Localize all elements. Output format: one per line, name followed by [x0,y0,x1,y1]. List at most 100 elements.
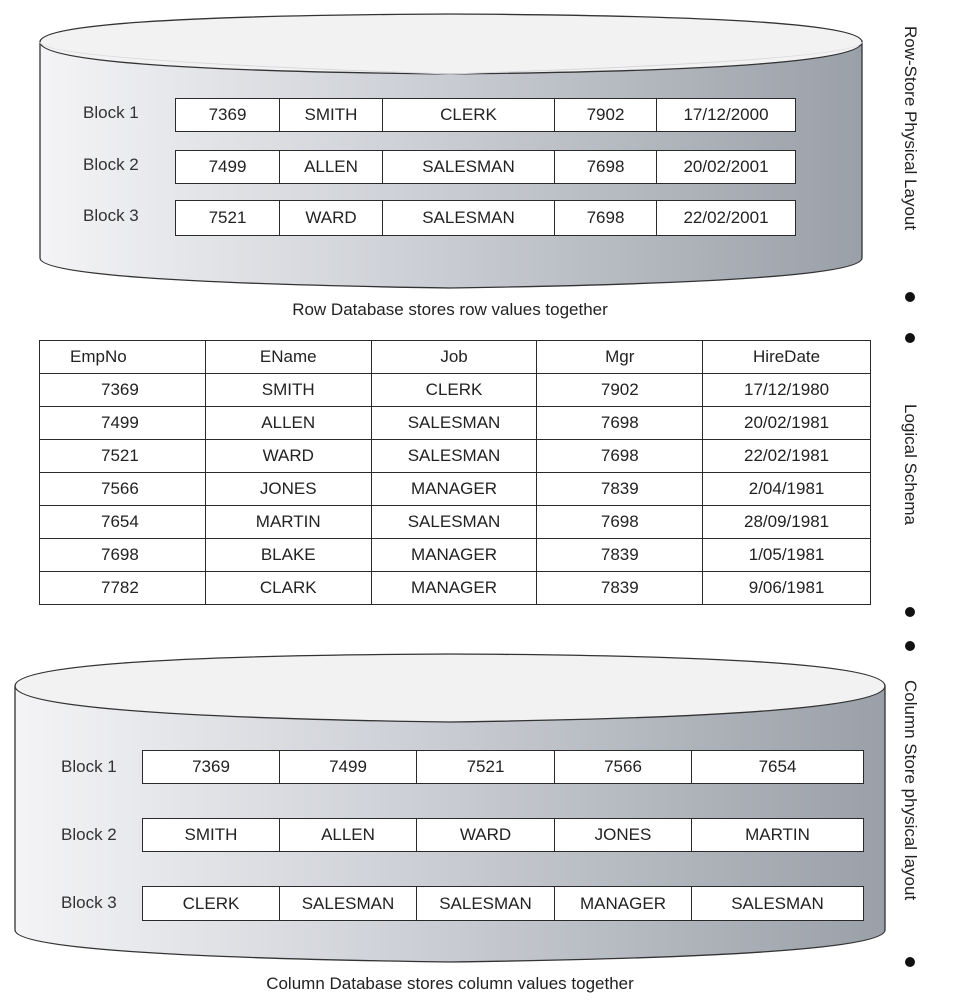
table-cell: 7839 [536,571,704,605]
table-cell: CLERK [370,373,538,407]
table-cell: WARD [204,439,372,473]
block-cell: 7369 [143,751,280,783]
column-block-2: SMITH ALLEN WARD JONES MARTIN [142,818,864,852]
block-cell: 7654 [758,757,797,776]
row-block-1: 7369 SMITH CLERK 7902 17/12/2000 [175,98,796,132]
table-row: 7499 ALLEN SALESMAN 7698 20/02/1981 [39,406,871,440]
block-cell: SMITH [143,819,280,851]
table-row: 7566 JONES MANAGER 7839 2/04/1981 [39,472,871,506]
table-cell: MANAGER [370,472,538,506]
logical-schema-side-label: Logical Schema [901,404,920,525]
table-cell: 2/04/1981 [702,472,871,506]
table-cell: 1/05/1981 [702,538,871,572]
block-cell: 7521 [176,201,280,235]
block-cell: MANAGER [555,887,692,920]
column-store-side-label: Column Store physical layout [901,680,920,901]
table-row: 7521 WARD SALESMAN 7698 22/02/1981 [39,439,871,473]
table-cell: JONES [204,472,372,506]
column-block-label: Block 1 [61,757,117,776]
row-store-caption: Row Database stores row values together [292,300,608,319]
column-header: EName [204,340,372,374]
block-cell: 17/12/2000 [683,105,769,124]
block-cell: WARD [280,201,383,235]
row-block-label: Block 2 [83,155,139,174]
table-cell: SMITH [204,373,372,407]
block-cell: 7698 [555,151,657,183]
block-cell: SALESMAN [383,151,555,183]
table-cell: SALESMAN [370,406,538,440]
separator-dot [905,607,915,617]
block-cell: 7499 [280,751,417,783]
block-cell: 7521 [417,751,555,783]
block-cell: 7566 [555,751,692,783]
block-cell: 7902 [555,99,657,131]
table-cell: 7782 [39,571,206,605]
column-header: EmpNo [39,340,206,374]
table-cell: 22/02/1981 [702,439,871,473]
column-header: Mgr [536,340,704,374]
table-cell: MANAGER [370,538,538,572]
table-cell: MARTIN [204,505,372,539]
block-cell: SALESMAN [383,201,555,235]
table-cell: ALLEN [204,406,372,440]
column-block-label: Block 2 [61,825,117,844]
block-cell: SALESMAN [280,887,417,920]
column-store-caption: Column Database stores column values tog… [266,974,634,993]
table-cell: 20/02/1981 [702,406,871,440]
table-cell: 7654 [39,505,206,539]
block-cell: 22/02/2001 [683,208,769,227]
separator-dot [905,333,915,343]
table-cell: 7839 [536,538,704,572]
table-cell: MANAGER [370,571,538,605]
table-cell: 7499 [39,406,206,440]
table-cell: 7902 [536,373,704,407]
separator-dot [905,641,915,651]
row-block-label: Block 1 [83,103,139,122]
table-cell: 7698 [536,439,704,473]
block-cell: SMITH [280,99,383,131]
block-cell: ALLEN [280,819,417,851]
block-cell: 7369 [176,99,280,131]
table-row: 7698 BLAKE MANAGER 7839 1/05/1981 [39,538,871,572]
table-cell: 28/09/1981 [702,505,871,539]
table-cell: 7566 [39,472,206,506]
block-cell: JONES [555,819,692,851]
block-cell: WARD [417,819,555,851]
column-block-label: Block 3 [61,893,117,912]
row-block-label: Block 3 [83,206,139,225]
table-cell: 7698 [536,505,704,539]
row-block-3: 7521 WARD SALESMAN 7698 22/02/2001 [175,200,796,236]
separator-dot [905,957,915,967]
block-cell: 7698 [555,201,657,235]
block-cell: SALESMAN [417,887,555,920]
row-block-2: 7499 ALLEN SALESMAN 7698 20/02/2001 [175,150,796,184]
table-cell: 7369 [39,373,206,407]
row-store-side-label: Row-Store Physical Layout [901,26,920,231]
block-cell: ALLEN [280,151,383,183]
column-block-1: 7369 7499 7521 7566 7654 [142,750,864,784]
table-cell: CLARK [204,571,372,605]
table-cell: 7839 [536,472,704,506]
table-row: 7782 CLARK MANAGER 7839 9/06/1981 [39,571,871,605]
table-cell: SALESMAN [370,439,538,473]
table-cell: SALESMAN [370,505,538,539]
block-cell: 20/02/2001 [683,157,769,176]
table-row: 7369 SMITH CLERK 7902 17/12/1980 [39,373,871,407]
column-header: HireDate [702,340,871,374]
separator-dot [905,292,915,302]
table-cell: 17/12/1980 [702,373,871,407]
column-block-3: CLERK SALESMAN SALESMAN MANAGER SALESMAN [142,886,864,921]
table-cell: 7698 [39,538,206,572]
block-cell: CLERK [143,887,280,920]
block-cell: 7499 [176,151,280,183]
block-cell: SALESMAN [731,893,824,913]
block-cell: CLERK [383,99,555,131]
table-row: 7654 MARTIN SALESMAN 7698 28/09/1981 [39,505,871,539]
table-cell: BLAKE [204,538,372,572]
table-cell: 7521 [39,439,206,473]
table-header-row: EmpNo EName Job Mgr HireDate [39,340,871,374]
column-header: Job [370,340,538,374]
logical-schema-table: EmpNo EName Job Mgr HireDate 7369 SMITH CL… [39,340,871,605]
block-cell: MARTIN [745,825,810,844]
table-cell: 7698 [536,406,704,440]
